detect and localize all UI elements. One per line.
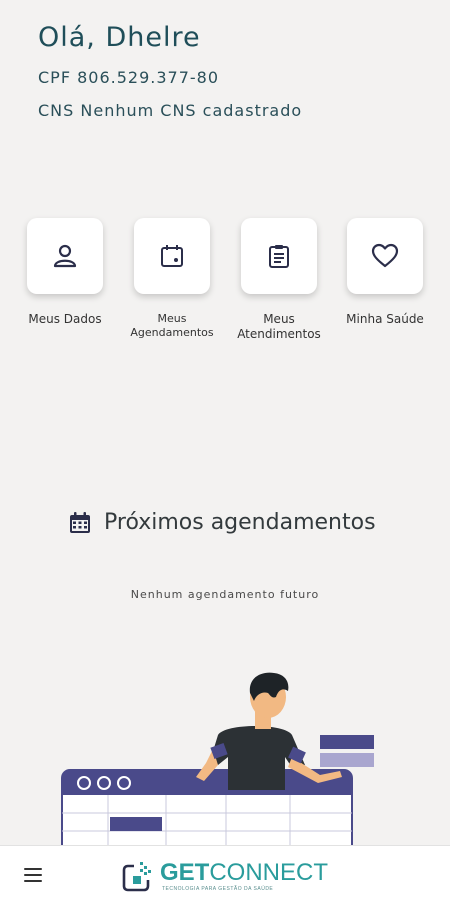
user-icon: [53, 244, 77, 268]
heart-icon: [371, 243, 399, 268]
menu-card[interactable]: [134, 218, 210, 294]
cpf-text: CPF 806.529.377-80: [38, 68, 220, 87]
person-illustration: [61, 672, 374, 845]
menu-item-meus-agendamentos[interactable]: Meus Agendamentos: [130, 218, 214, 339]
appointments-title: Próximos agendamentos: [104, 510, 376, 535]
logo-text: GETCONNECT: [160, 859, 329, 886]
menu-item-meus-dados[interactable]: Meus Dados: [27, 218, 103, 326]
calendar-icon: [161, 245, 183, 267]
menu-label: Minha Saúde: [346, 312, 424, 326]
menu-item-minha-saude[interactable]: Minha Saúde: [346, 218, 424, 326]
menu-card[interactable]: [27, 218, 103, 294]
menu-card[interactable]: [241, 218, 317, 294]
calendar-icon: [70, 511, 90, 533]
clipboard-icon: [269, 245, 289, 268]
appointments-header: Próximos agendamentos: [68, 510, 376, 535]
hamburger-icon[interactable]: [24, 868, 42, 882]
menu-label: Meus Dados: [28, 312, 102, 326]
empty-appointments-text: Nenhum agendamento futuro: [130, 588, 320, 601]
cns-text: CNS Nenhum CNS cadastrado: [38, 101, 303, 120]
menu-card[interactable]: [347, 218, 423, 294]
bottom-bar: GETCONNECT TECNOLOGIA PARA GESTÃO DA SAÚ…: [0, 845, 450, 900]
greeting: Olá, Dhelre: [38, 22, 201, 53]
menu-label: Meus Atendimentos: [237, 312, 321, 341]
logo-icon: [122, 862, 151, 892]
getconnect-logo: GETCONNECT TECNOLOGIA PARA GESTÃO DA SAÚ…: [122, 858, 332, 896]
logo-tagline: TECNOLOGIA PARA GESTÃO DA SAÚDE: [162, 886, 274, 892]
menu-item-meus-atendimentos[interactable]: Meus Atendimentos: [237, 218, 321, 341]
menu-label: Meus Agendamentos: [130, 312, 214, 339]
